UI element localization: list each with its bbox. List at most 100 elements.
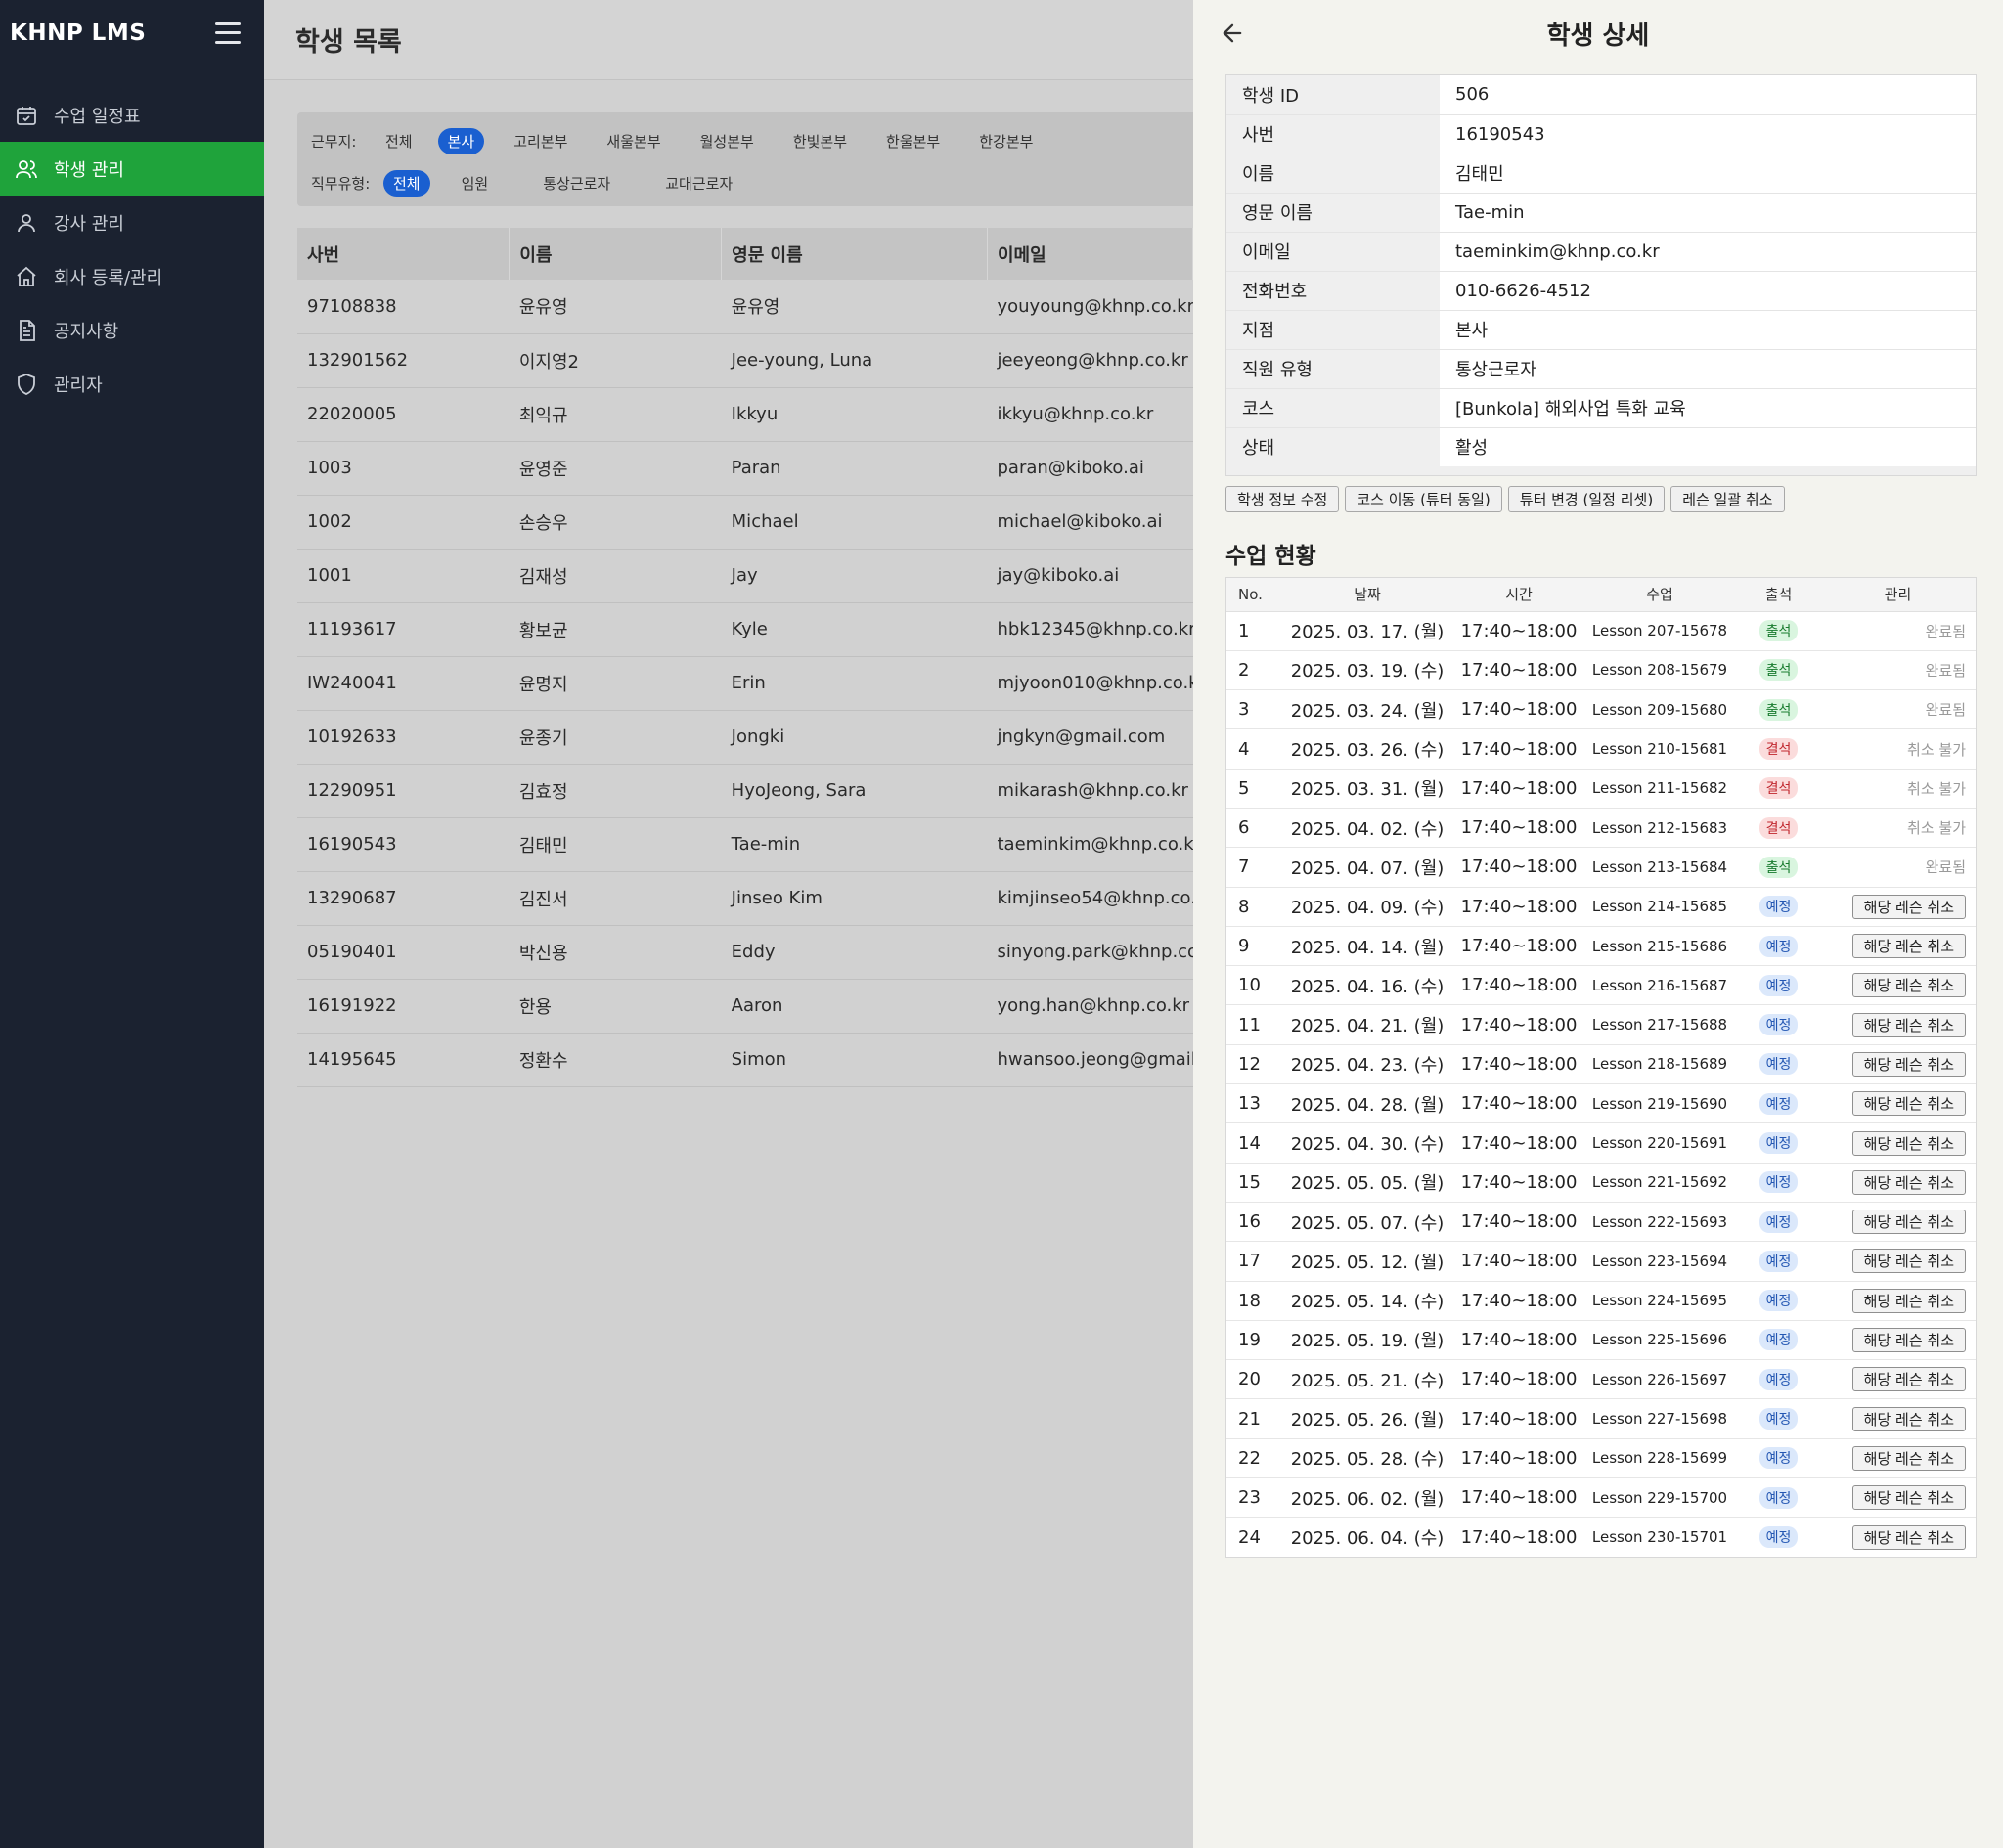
cancel-lesson-button[interactable]: 해당 레슨 취소: [1851, 1524, 1966, 1550]
lesson-date: 2025. 05. 26. (월): [1279, 1398, 1455, 1439]
sidebar-item-2[interactable]: 강사 관리: [0, 196, 264, 249]
cancel-lesson-button[interactable]: 해당 레슨 취소: [1851, 1445, 1966, 1471]
cancel-lesson-button[interactable]: 해당 레슨 취소: [1851, 1091, 1966, 1117]
student-cell: sinyong.park@khnp.co: [987, 925, 1193, 980]
lesson-name: Lesson 213-15684: [1582, 847, 1737, 888]
cancel-lesson-button[interactable]: 해당 레슨 취소: [1851, 894, 1966, 919]
location-chip[interactable]: 한울본부: [876, 128, 950, 154]
jobtype-chip[interactable]: 임원: [452, 170, 499, 197]
brand-logo[interactable]: KHNP LMS: [10, 21, 146, 46]
menu-toggle-icon[interactable]: [215, 22, 241, 44]
location-filter-label: 근무지:: [311, 132, 357, 151]
bulk-cancel-button[interactable]: 레슨 일괄 취소: [1670, 486, 1785, 512]
table-row[interactable]: 16190543 김태민 Tae-min taeminkim@khnp.co.kr: [297, 817, 1193, 872]
student-cell: Aaron: [721, 979, 988, 1034]
info-label: 이름: [1226, 154, 1440, 194]
jobtype-filter-label: 직무유형:: [311, 174, 371, 193]
student-table-body: 97108838 윤유영 윤유영 youyoung@khnp.co.kr 1329015…: [297, 280, 1193, 1087]
info-value: 506: [1440, 75, 1976, 115]
student-cell: jay@kiboko.ai: [987, 549, 1193, 603]
cancel-lesson-button[interactable]: 해당 레슨 취소: [1851, 1406, 1966, 1431]
table-row[interactable]: 132901562 이지영2 Jee-young, Luna jeeyeong@khn…: [297, 333, 1193, 388]
location-chip[interactable]: 새울본부: [597, 128, 670, 154]
lesson-manage-cell: 완료됨: [1820, 611, 1976, 651]
lesson-date: 2025. 03. 17. (월): [1279, 611, 1455, 651]
location-chip[interactable]: 전체: [376, 128, 423, 154]
lesson-manage-cell: 해당 레슨 취소: [1820, 1004, 1976, 1045]
lesson-date: 2025. 04. 28. (월): [1279, 1083, 1455, 1124]
location-chip[interactable]: 한강본부: [969, 128, 1043, 154]
lesson-col-header: 시간: [1455, 578, 1582, 612]
cancel-lesson-button[interactable]: 해당 레슨 취소: [1851, 1169, 1966, 1195]
cancel-lesson-button[interactable]: 해당 레슨 취소: [1851, 934, 1966, 959]
table-row[interactable]: IW240041 윤명지 Erin mjyoon010@khnp.co.k: [297, 656, 1193, 711]
lesson-attendance-cell: 예정: [1737, 926, 1820, 967]
cancel-lesson-button[interactable]: 해당 레슨 취소: [1851, 1012, 1966, 1037]
jobtype-chip[interactable]: 통상근로자: [533, 170, 620, 197]
table-row[interactable]: 13290687 김진서 Jinseo Kim kimjinseo54@khnp.co…: [297, 871, 1193, 926]
table-row[interactable]: 22020005 최익규 Ikkyu ikkyu@khnp.co.kr: [297, 387, 1193, 442]
cancel-lesson-button[interactable]: 해당 레슨 취소: [1851, 1367, 1966, 1392]
table-row[interactable]: 12290951 김효정 HyoJeong, Sara mikarash@khnp.c…: [297, 764, 1193, 818]
edit-student-button[interactable]: 학생 정보 수정: [1225, 486, 1340, 512]
table-row[interactable]: 1003 윤영준 Paran paran@kiboko.ai: [297, 441, 1193, 496]
table-row[interactable]: 1001 김재성 Jay jay@kiboko.ai: [297, 549, 1193, 603]
student-cell: 윤유영: [721, 280, 988, 334]
lesson-time: 17:40~18:00: [1455, 611, 1582, 651]
student-col-header[interactable]: 이메일: [987, 228, 1194, 280]
lesson-time: 17:40~18:00: [1455, 847, 1582, 888]
attendance-badge: 출석: [1758, 620, 1799, 642]
cancel-lesson-button[interactable]: 해당 레슨 취소: [1851, 1210, 1966, 1235]
lesson-time: 17:40~18:00: [1455, 1477, 1582, 1518]
location-filter-row: 근무지: 전체 본사 고리본부 새울본부 월성본부 한빛본부 한울본부 한강본부: [311, 124, 1180, 157]
cancel-lesson-button[interactable]: 해당 레슨 취소: [1851, 1288, 1966, 1313]
lesson-row: 21 2025. 05. 26. (월) 17:40~18:00 Lesson 227…: [1226, 1398, 1976, 1439]
sidebar-item-5[interactable]: 관리자: [0, 357, 264, 411]
sidebar-item-0[interactable]: 수업 일정표: [0, 88, 264, 142]
lesson-no: 4: [1226, 728, 1279, 770]
cancel-lesson-button[interactable]: 해당 레슨 취소: [1851, 1051, 1966, 1077]
lesson-row: 19 2025. 05. 19. (월) 17:40~18:00 Lesson 225…: [1226, 1320, 1976, 1361]
student-table: 사번 이름 영문 이름 이메일 97108838 윤유영 윤유영 youyoung@khnp…: [297, 228, 1194, 1087]
cancel-lesson-button[interactable]: 해당 레슨 취소: [1851, 973, 1966, 998]
attendance-badge: 출석: [1758, 856, 1799, 878]
change-tutor-button[interactable]: 튜터 변경 (일정 리셋): [1507, 486, 1666, 512]
attendance-badge: 예정: [1758, 1329, 1799, 1351]
student-col-header[interactable]: 사번: [297, 228, 511, 280]
table-row[interactable]: 05190401 박신용 Eddy sinyong.park@khnp.co: [297, 925, 1193, 980]
table-row[interactable]: 16191922 한용 Aaron yong.han@khnp.co.kr: [297, 979, 1193, 1034]
sidebar-item-1[interactable]: 학생 관리: [0, 142, 264, 196]
location-chip[interactable]: 고리본부: [504, 128, 577, 154]
lesson-name: Lesson 208-15679: [1582, 650, 1737, 691]
move-course-button[interactable]: 코스 이동 (튜터 동일): [1345, 486, 1502, 512]
sidebar-item-4[interactable]: 공지사항: [0, 303, 264, 357]
lesson-time: 17:40~18:00: [1455, 1241, 1582, 1282]
jobtype-chip[interactable]: 교대근로자: [655, 170, 742, 197]
table-row[interactable]: 14195645 정환수 Simon hwansoo.jeong@gmail: [297, 1033, 1193, 1087]
student-col-header[interactable]: 영문 이름: [721, 228, 988, 280]
sidebar-item-3[interactable]: 회사 등록/관리: [0, 249, 264, 303]
main-header: 학생 목록: [264, 0, 1193, 80]
lesson-status-box: No. 날짜 시간 수업 출석 관리 1 2025. 03. 17. (월) 17:40~18…: [1225, 577, 1977, 1559]
table-row[interactable]: 1002 손승우 Michael michael@kiboko.ai: [297, 495, 1193, 550]
attendance-badge: 예정: [1758, 974, 1799, 996]
location-chip[interactable]: 본사: [437, 127, 485, 154]
location-chip[interactable]: 월성본부: [690, 128, 764, 154]
lesson-row: 9 2025. 04. 14. (월) 17:40~18:00 Lesson 215-…: [1226, 926, 1976, 967]
table-row[interactable]: 10192633 윤종기 Jongki jngkyn@gmail.com: [297, 710, 1193, 765]
cancel-lesson-button[interactable]: 해당 레슨 취소: [1851, 1327, 1966, 1352]
cancel-lesson-button[interactable]: 해당 레슨 취소: [1851, 1249, 1966, 1274]
cancel-lesson-button[interactable]: 해당 레슨 취소: [1851, 1130, 1966, 1156]
table-row[interactable]: 11193617 황보균 Kyle hbk12345@khnp.co.kr: [297, 602, 1193, 657]
jobtype-chip[interactable]: 전체: [383, 169, 430, 197]
attendance-badge: 결석: [1758, 777, 1799, 800]
student-col-header[interactable]: 이름: [509, 228, 723, 280]
info-value: 본사: [1440, 310, 1976, 350]
cancel-lesson-button[interactable]: 해당 레슨 취소: [1851, 1485, 1966, 1511]
lesson-row: 1 2025. 03. 17. (월) 17:40~18:00 Lesson 207-…: [1226, 611, 1976, 651]
lesson-no: 16: [1226, 1202, 1279, 1243]
table-row[interactable]: 97108838 윤유영 윤유영 youyoung@khnp.co.kr: [297, 280, 1193, 334]
lesson-name: Lesson 216-15687: [1582, 965, 1737, 1006]
location-chip[interactable]: 한빛본부: [783, 128, 857, 154]
lesson-time: 17:40~18:00: [1455, 1359, 1582, 1400]
